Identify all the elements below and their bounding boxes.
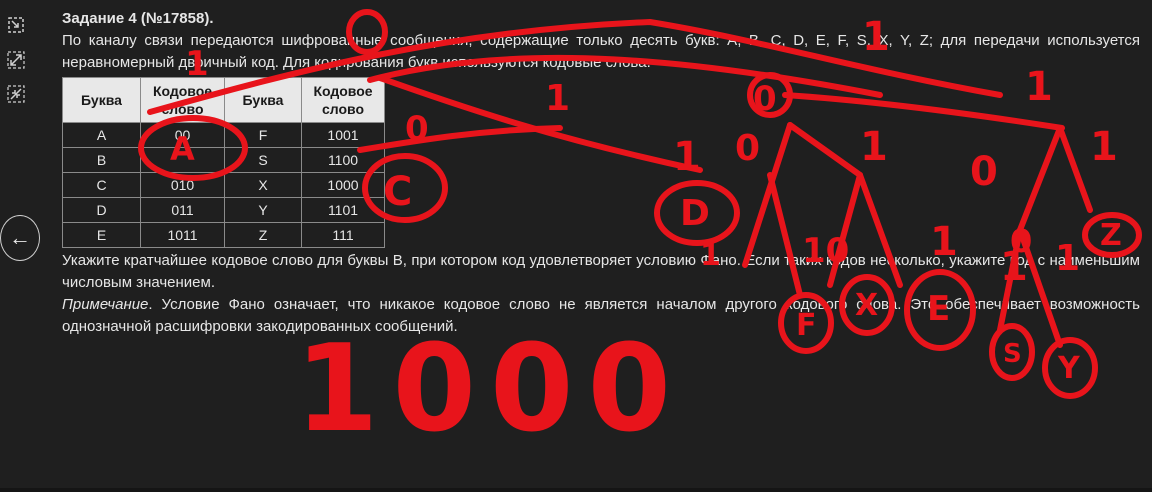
expand-diagonal-icon[interactable] xyxy=(4,49,28,71)
table-cell: X xyxy=(224,172,302,198)
table-cell: B xyxy=(62,147,141,173)
task-question: Укажите кратчайшее кодовое слово для бук… xyxy=(62,252,1140,291)
code-table: Буква Кодовое слово Буква Кодовое слово … xyxy=(62,77,385,248)
task-title: Задание 4 (№17858). xyxy=(62,10,214,27)
table-cell xyxy=(140,147,225,173)
table-header: Буква xyxy=(224,77,302,123)
task-content: Задание 4 (№17858). По каналу связи пере… xyxy=(62,8,1140,338)
table-cell: Y xyxy=(224,197,302,223)
annotation-text: S xyxy=(1003,339,1022,369)
table-header-row: Буква Кодовое слово Буква Кодовое слово xyxy=(62,77,385,123)
table-row: C 010 X 1000 xyxy=(62,172,385,198)
collapse-diagonal-icon[interactable] xyxy=(4,83,28,105)
table-cell: C xyxy=(62,172,141,198)
annotation-circle xyxy=(1042,337,1098,399)
table-cell: 1101 xyxy=(301,197,385,223)
table-row: E 1011 Z 111 xyxy=(62,222,385,248)
table-cell: 00 xyxy=(140,122,225,148)
annotation-text: 1000 xyxy=(295,320,685,459)
back-arrow-icon: ← xyxy=(9,225,31,250)
table-cell: E xyxy=(62,222,141,248)
table-row: B S 1100 xyxy=(62,147,385,173)
annotation-text: Y xyxy=(1057,351,1081,386)
task-intro: По каналу связи передаются шифрованные с… xyxy=(62,32,1140,71)
table-header: Буква xyxy=(62,77,141,123)
back-button[interactable]: ← xyxy=(0,215,40,261)
table-cell: Z xyxy=(224,222,302,248)
table-cell: 1000 xyxy=(301,172,385,198)
bottom-bar xyxy=(0,488,1152,492)
table-cell: 011 xyxy=(140,197,225,223)
note-text: . Условие Фано означает, что никакое код… xyxy=(62,296,1140,335)
table-row: D 011 Y 1101 xyxy=(62,197,385,223)
select-area-icon[interactable] xyxy=(4,14,28,36)
table-cell: S xyxy=(224,147,302,173)
table-cell: 1011 xyxy=(140,222,225,248)
table-header: Кодовое слово xyxy=(140,77,225,123)
table-cell: 010 xyxy=(140,172,225,198)
table-row: A 00 F 1001 xyxy=(62,122,385,148)
table-cell: D xyxy=(62,197,141,223)
table-cell: 1001 xyxy=(301,122,385,148)
table-cell: 111 xyxy=(301,222,385,248)
note-label: Примечание xyxy=(62,296,149,313)
task-note: Примечание. Условие Фано означает, что н… xyxy=(62,294,1140,338)
table-header: Кодовое слово xyxy=(301,77,385,123)
table-cell: A xyxy=(62,122,141,148)
table-cell: 1100 xyxy=(301,147,385,173)
table-cell: F xyxy=(224,122,302,148)
